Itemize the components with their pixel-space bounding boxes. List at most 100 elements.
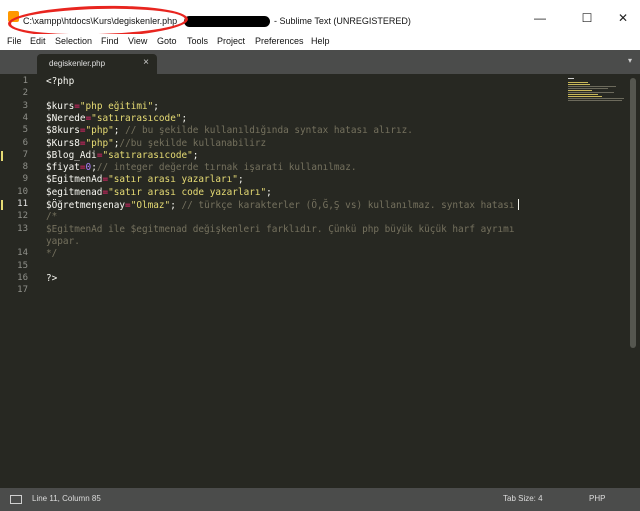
minimize-button[interactable]: — (525, 8, 555, 28)
code-line[interactable]: $kurs="php eğitimi"; (46, 101, 159, 112)
code-token: // integer değerde tırnak işarati kullan… (96, 162, 357, 174)
minimap-line (568, 86, 616, 87)
line-number: 6 (22, 137, 28, 148)
title-bar: C:\xampp\htdocs\Kurs\degiskenler.php - S… (0, 0, 640, 40)
code-token: <?php (46, 76, 75, 87)
minimap-line (568, 88, 608, 89)
code-token: "php eğitimi" (79, 100, 154, 112)
minimap-line (568, 92, 614, 93)
code-line[interactable]: $Blog_Adi="satırarasıcode"; (46, 150, 198, 161)
menu-tools[interactable]: Tools (187, 36, 208, 46)
code-line[interactable]: $Öğretmenşenay="Olmaz"; // türkçe karakt… (46, 199, 519, 211)
menu-project[interactable]: Project (217, 36, 245, 46)
line-number: 5 (22, 125, 28, 136)
minimap-line (568, 78, 574, 79)
code-line[interactable]: $EgitmenAd ile $egitmenad değişkenleri f… (46, 224, 514, 235)
code-line[interactable]: ?> (46, 273, 57, 284)
menu-help[interactable]: Help (311, 36, 330, 46)
status-cursor-position: Line 11, Column 85 (32, 494, 101, 503)
modified-line-marker (1, 200, 3, 210)
code-line[interactable]: */ (46, 248, 57, 259)
line-number: 10 (17, 186, 28, 197)
menu-selection[interactable]: Selection (55, 36, 92, 46)
tab-degiskenler[interactable]: degiskenler.php × (37, 54, 157, 74)
code-token: $EgitmenAd (46, 174, 103, 186)
code-token: //bu şekilde kullanabilirz (119, 137, 267, 149)
code-line[interactable]: /* (46, 211, 57, 222)
line-number: 3 (22, 100, 28, 111)
menu-file[interactable]: File (7, 36, 22, 46)
line-number: 11 (17, 199, 28, 209)
line-number-gutter: 1 2 3 4 5 6 7 8 9 10 11 12 13 14 15 16 17 (0, 74, 34, 488)
text-cursor (517, 199, 519, 210)
menu-goto[interactable]: Goto (157, 36, 177, 46)
code-token: "satırarasıcode" (102, 149, 193, 161)
window-title-app: - Sublime Text (UNREGISTERED) (274, 16, 411, 26)
code-token: $8kurs (46, 125, 80, 137)
code-token: $kurs (46, 100, 75, 112)
menu-bar: File Edit Selection Find View Goto Tools… (0, 34, 640, 50)
tab-dropdown-icon[interactable]: ▾ (628, 56, 632, 65)
code-token: ; (170, 200, 182, 211)
line-number: 7 (22, 149, 28, 160)
minimap-line (568, 98, 624, 99)
line-number: 15 (17, 260, 28, 271)
line-number: 9 (22, 174, 28, 185)
code-token: $egitmenad (46, 186, 103, 198)
status-bar: Line 11, Column 85 Tab Size: 4 PHP (0, 488, 640, 511)
menu-find[interactable]: Find (101, 36, 119, 46)
status-tab-size[interactable]: Tab Size: 4 (503, 494, 543, 503)
code-token: $Blog_Adi (46, 149, 97, 161)
code-line[interactable]: <?php (46, 76, 74, 87)
code-token: $Kurs8 (46, 137, 80, 149)
status-syntax[interactable]: PHP (589, 494, 605, 503)
minimap-line (568, 96, 602, 97)
close-window-button[interactable]: ✕ (608, 8, 638, 28)
minimap[interactable] (566, 76, 626, 106)
tab-label: degiskenler.php (49, 59, 106, 68)
code-token: ; (181, 112, 188, 124)
code-token: ; (266, 186, 272, 198)
code-token: "php" (85, 137, 114, 149)
code-token: "satır arası code yazarları" (108, 186, 267, 198)
code-line[interactable]: yapar. (46, 236, 80, 247)
code-line[interactable]: $8kurs="php"; // bu şekilde kullanıldığı… (46, 125, 413, 136)
line-number: 14 (17, 248, 28, 259)
line-number: 4 (22, 112, 28, 123)
minimap-line (568, 84, 590, 85)
line-number: 12 (17, 211, 28, 222)
maximize-button[interactable]: ☐ (572, 8, 602, 28)
minimap-line (568, 90, 592, 91)
redaction-mark (184, 16, 270, 27)
tab-bar: degiskenler.php × ▾ (0, 50, 640, 74)
code-line[interactable]: $egitmenad="satır arası code yazarları"; (46, 187, 272, 198)
panel-toggle-icon[interactable] (10, 495, 22, 504)
menu-edit[interactable]: Edit (30, 36, 46, 46)
minimap-line (568, 94, 598, 95)
line-number: 17 (17, 285, 28, 296)
code-token: // türkçe karakterler (Ö,Ğ,Ş vs) kullanı… (181, 200, 515, 211)
line-number: 8 (22, 162, 28, 173)
code-token: */ (46, 248, 58, 260)
code-token: ; (113, 125, 126, 137)
code-token: /* (46, 211, 58, 223)
tab-close-icon[interactable]: × (143, 57, 149, 68)
vertical-scrollbar[interactable] (630, 78, 636, 348)
code-token: $Nerede (46, 112, 86, 124)
modified-line-marker (1, 150, 3, 161)
line-number: 2 (22, 88, 28, 99)
code-token: "satırarasıcode" (91, 112, 182, 124)
code-token: "php" (85, 125, 114, 137)
line-number: 16 (17, 272, 28, 283)
menu-preferences[interactable]: Preferences (255, 36, 304, 46)
menu-view[interactable]: View (128, 36, 147, 46)
code-line[interactable]: $Nerede="satırarasıcode"; (46, 113, 187, 124)
code-token: ?> (46, 272, 58, 284)
code-line[interactable]: $fiyat=0;// integer değerde tırnak işara… (46, 162, 356, 173)
code-editor[interactable]: 1 2 3 4 5 6 7 8 9 10 11 12 13 14 15 16 17 <?php $kurs="ph… (0, 74, 640, 488)
code-line[interactable]: $Kurs8="php";//bu şekilde kullanabilirz (46, 138, 266, 149)
code-token: "Olmaz" (130, 200, 171, 211)
code-token: $Öğretmenşenay (46, 200, 126, 211)
code-token: $EgitmenAd ile $egitmenad değişkenleri f… (46, 223, 515, 235)
code-line[interactable]: $EgitmenAd="satır arası yazarları"; (46, 174, 244, 185)
